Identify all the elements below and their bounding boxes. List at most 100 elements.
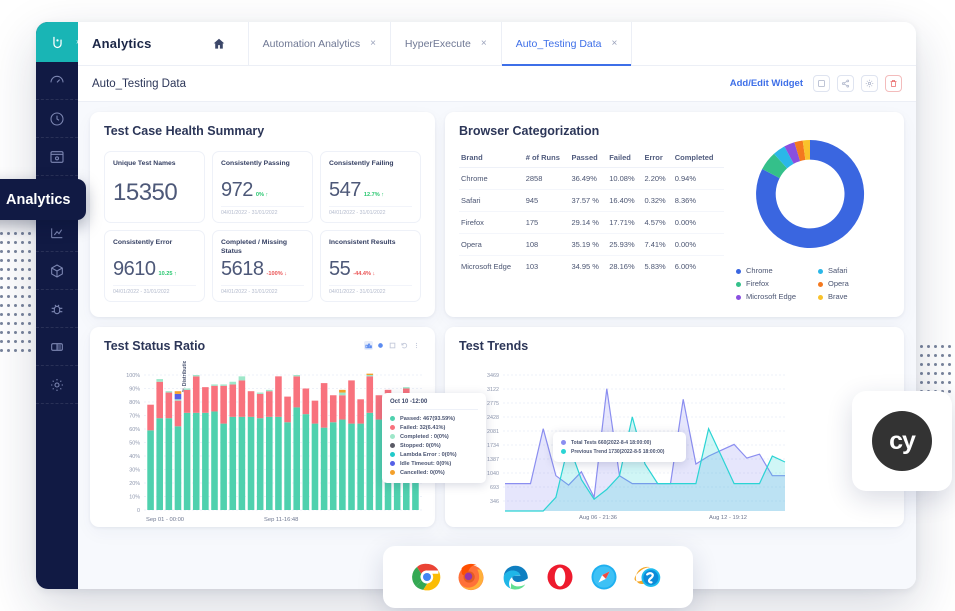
bar-segment-completed[interactable] (211, 384, 218, 385)
home-icon[interactable] (212, 37, 226, 51)
bar-segment-completed[interactable] (239, 376, 246, 380)
bar-segment-failed[interactable] (184, 390, 191, 413)
tab-hyperexecute[interactable]: HyperExecute × (390, 22, 501, 66)
sidebar-item-package[interactable] (36, 252, 78, 290)
bar-segment-passed[interactable] (193, 413, 200, 510)
bar-segment-cancelled[interactable] (339, 390, 346, 393)
bar-segment-failed[interactable] (202, 387, 209, 413)
sidebar-item-clock[interactable] (36, 100, 78, 138)
zoom-selection-icon[interactable] (364, 341, 373, 350)
chart-menu-icon[interactable] (412, 341, 421, 350)
bar-segment-failed[interactable] (147, 405, 154, 431)
bar-segment-failed[interactable] (303, 389, 310, 415)
bar-segment-passed[interactable] (266, 417, 273, 510)
bar-segment-failed[interactable] (175, 401, 182, 427)
bar-segment-completed[interactable] (293, 375, 300, 376)
bar-segment-completed[interactable] (366, 375, 373, 376)
stat-card-consistently-passing[interactable]: Consistently Passing 972 0% ↑ 04/01/2022… (212, 151, 313, 223)
lambdatest-logo-icon[interactable]: › (36, 22, 78, 62)
bar-segment-passed[interactable] (211, 411, 218, 510)
bar-segment-failed[interactable] (357, 399, 364, 423)
bar-segment-failed[interactable] (348, 380, 355, 423)
close-icon[interactable]: × (612, 38, 618, 49)
opera-icon[interactable] (545, 562, 575, 592)
bar-segment-passed[interactable] (293, 407, 300, 510)
square-icon[interactable] (813, 75, 830, 92)
bar-segment-passed[interactable] (202, 413, 209, 510)
legend-item-chrome[interactable]: Chrome (736, 266, 808, 275)
sidebar-item-dashboard[interactable] (36, 62, 78, 100)
bar-segment-passed[interactable] (357, 424, 364, 510)
sidebar-item-settings[interactable] (36, 366, 78, 404)
bar-segment-completed[interactable] (220, 384, 227, 385)
bar-segment-failed[interactable] (211, 386, 218, 412)
bar-segment-passed[interactable] (257, 418, 264, 510)
browser-donut-chart[interactable] (748, 132, 872, 256)
bar-segment-failed[interactable] (312, 401, 319, 424)
stat-card-unique-test-names[interactable]: Unique Test Names 15350 (104, 151, 205, 223)
bar-segment-passed[interactable] (339, 420, 346, 510)
bar-segment-passed[interactable] (229, 417, 236, 510)
bar-segment-completed[interactable] (156, 379, 163, 382)
bar-segment-completed[interactable] (266, 390, 273, 391)
bar-segment-passed[interactable] (321, 428, 328, 510)
bar-segment-passed[interactable] (166, 418, 173, 510)
bar-segment-failed[interactable] (366, 376, 373, 412)
bar-segment-cancelled[interactable] (366, 374, 373, 375)
bar-segment-failed[interactable] (156, 382, 163, 418)
zoom-in-icon[interactable] (376, 341, 385, 350)
sidebar-tooltip-analytics[interactable]: Analytics (0, 179, 86, 220)
bar-segment-completed[interactable] (175, 399, 182, 400)
bar-segment-failed[interactable] (321, 383, 328, 428)
legend-item-firefox[interactable]: Firefox (736, 279, 808, 288)
bar-segment-passed[interactable] (275, 417, 282, 510)
bar-segment-passed[interactable] (239, 417, 246, 510)
bar-segment-passed[interactable] (366, 413, 373, 510)
bar-segment-failed[interactable] (166, 393, 173, 419)
bar-segment-passed[interactable] (284, 422, 291, 510)
bar-segment-failed[interactable] (339, 395, 346, 419)
table-row[interactable]: Safari 945 37.57 % 16.40% 0.32% 8.36% (459, 190, 724, 212)
bar-segment-failed[interactable] (248, 391, 255, 417)
bar-segment-failed[interactable] (266, 391, 273, 417)
pan-icon[interactable] (388, 341, 397, 350)
bar-segment-failed[interactable] (220, 386, 227, 424)
bar-segment-completed[interactable] (184, 389, 191, 390)
legend-item-brave[interactable]: Brave (818, 292, 890, 301)
stat-card-consistently-error[interactable]: Consistently Error 9610 10.25 ↑ 04/01/20… (104, 230, 205, 302)
legend-item-safari[interactable]: Safari (818, 266, 890, 275)
bar-segment-failed[interactable] (330, 395, 337, 422)
bar-segment-passed[interactable] (348, 424, 355, 510)
internet-explorer-icon[interactable] (634, 562, 664, 592)
edge-icon[interactable] (501, 562, 531, 592)
reset-zoom-icon[interactable] (400, 341, 409, 350)
table-row[interactable]: Chrome 2858 36.49% 10.08% 2.20% 0.94% (459, 168, 724, 190)
bar-segment-failed[interactable] (275, 376, 282, 417)
delete-icon[interactable] (885, 75, 902, 92)
close-icon[interactable]: × (481, 38, 487, 49)
stat-card-completed-missing-status[interactable]: Completed / Missing Status 5618 -100% ↓ … (212, 230, 313, 302)
table-row[interactable]: Microsoft Edge 103 34.95 % 28.16% 5.83% … (459, 256, 724, 278)
bar-segment-passed[interactable] (184, 413, 191, 510)
bar-segment-idle-timeout[interactable] (175, 394, 182, 399)
bar-segment-failed[interactable] (257, 394, 264, 418)
bar-segment-passed[interactable] (156, 418, 163, 510)
safari-icon[interactable] (589, 562, 619, 592)
table-row[interactable]: Opera 108 35.19 % 25.93% 7.41% 0.00% (459, 234, 724, 256)
legend-item-microsoft-edge[interactable]: Microsoft Edge (736, 292, 808, 301)
bar-segment-completed[interactable] (229, 382, 236, 385)
test-status-ratio-chart[interactable]: % Distribution of Test Status 100% 90% 8… (104, 361, 424, 523)
bar-segment-failed[interactable] (239, 380, 246, 416)
tab-automation-analytics[interactable]: Automation Analytics × (248, 22, 390, 66)
bar-segment-completed[interactable] (339, 393, 346, 396)
bar-segment-failed[interactable] (293, 376, 300, 407)
bar-segment-passed[interactable] (147, 430, 154, 510)
chrome-icon[interactable] (412, 562, 442, 592)
sidebar-item-realtime-browser[interactable] (36, 138, 78, 176)
stat-card-consistently-failing[interactable]: Consistently Failing 547 12.7% ↑ 04/01/2… (320, 151, 421, 223)
bar-segment-passed[interactable] (220, 424, 227, 510)
bar-segment-passed[interactable] (303, 414, 310, 510)
close-icon[interactable]: × (370, 38, 376, 49)
bar-segment-passed[interactable] (312, 424, 319, 510)
tab-auto-testing-data[interactable]: Auto_Testing Data × (501, 22, 632, 66)
